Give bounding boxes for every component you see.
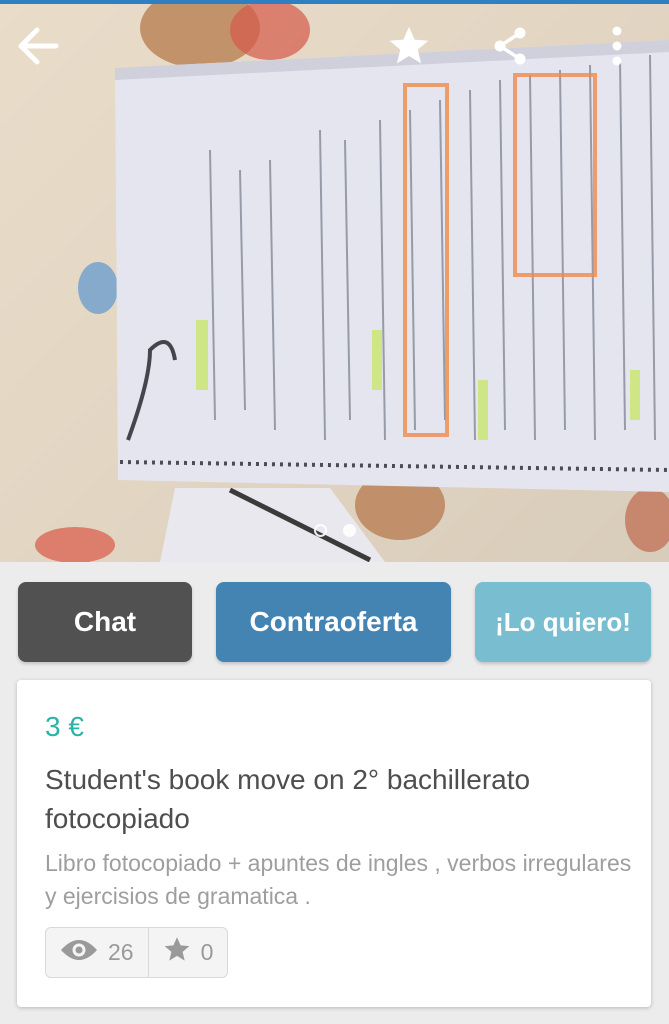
favorites-count: 0: [200, 939, 214, 965]
favorites-stat: 0: [147, 928, 228, 977]
gallery-dot[interactable]: [313, 524, 327, 537]
product-price: 3 €: [45, 711, 84, 742]
gallery-indicator: [0, 524, 669, 540]
action-buttons: Chat Contraoferta ¡Lo quiero!: [18, 582, 651, 662]
share-icon[interactable]: [486, 22, 534, 70]
eye-icon: [60, 938, 98, 968]
top-app-bar: [0, 4, 669, 90]
want-it-button[interactable]: ¡Lo quiero!: [475, 582, 651, 662]
star-icon[interactable]: [385, 22, 433, 70]
views-stat: 26: [46, 928, 148, 977]
gallery-dot-active[interactable]: [342, 524, 356, 537]
more-vertical-icon[interactable]: [593, 22, 641, 70]
product-description: Libro fotocopiado + apuntes de ingles , …: [45, 850, 632, 909]
star-icon: [163, 936, 191, 969]
product-stats: 26 0: [45, 927, 229, 978]
views-count: 26: [108, 939, 134, 965]
product-title: Student's book move on 2° bachillerato f…: [45, 764, 531, 834]
arrow-left-icon[interactable]: [14, 22, 62, 70]
chat-button[interactable]: Chat: [18, 582, 192, 662]
counteroffer-button[interactable]: Contraoferta: [216, 582, 451, 662]
product-card: 3 € Student's book move on 2° bachillera…: [17, 680, 651, 1007]
